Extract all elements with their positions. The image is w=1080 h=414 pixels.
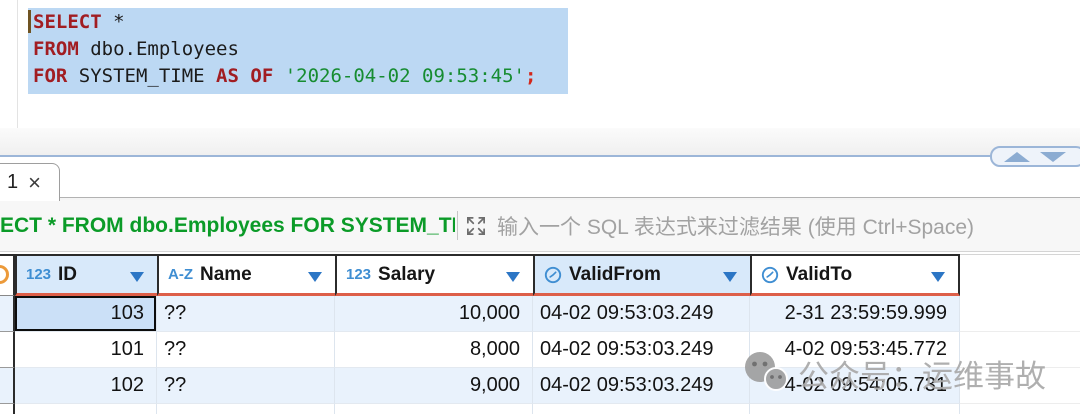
filter-input[interactable]: 输入一个 SQL 表达式来过滤结果 (使用 Ctrl+Space) <box>497 200 974 251</box>
column-header-id[interactable]: 123 ID <box>15 254 157 296</box>
collapse-down-icon[interactable] <box>1040 152 1066 162</box>
cell-valid_to[interactable]: 4-02 09:54:05.731 <box>750 368 960 404</box>
numeric-type-icon: 123 <box>346 266 371 283</box>
cell-empty <box>15 404 157 414</box>
grid-empty-area <box>960 332 1080 368</box>
column-label: Name <box>200 264 252 286</box>
filter-bar: ECT * FROM dbo.Employees FOR SYSTEM_TIM … <box>0 200 1080 252</box>
grid-empty-area <box>960 368 1080 404</box>
row-header[interactable] <box>0 332 15 368</box>
column-label: ValidFrom <box>569 264 661 286</box>
string-type-icon: A-Z <box>168 266 193 283</box>
cell-salary[interactable]: 9,000 <box>335 368 533 404</box>
results-tab-bar <box>0 157 1080 200</box>
panel-collapse-control[interactable] <box>990 146 1080 167</box>
numeric-type-icon: 123 <box>26 266 51 283</box>
cell-empty <box>157 404 335 414</box>
column-header-name[interactable]: A-Z Name <box>157 254 335 296</box>
sql-line: FOR SYSTEM_TIME AS OF '2026-04-02 09:53:… <box>33 63 536 90</box>
row-header <box>0 404 15 414</box>
expand-icon[interactable] <box>463 213 489 239</box>
tab-label: 1 <box>7 171 18 194</box>
column-header-validto[interactable]: ValidTo <box>750 254 960 296</box>
grid-top-line <box>960 254 1080 255</box>
grid-corner-cell[interactable] <box>0 254 15 296</box>
column-label: Salary <box>378 264 435 286</box>
cell-valid_to[interactable]: 4-02 09:53:45.772 <box>750 332 960 368</box>
collapse-up-icon[interactable] <box>1004 152 1030 162</box>
editor-bottom-band <box>0 128 1080 155</box>
key-icon <box>0 265 9 284</box>
cell-name[interactable]: ?? <box>157 296 335 332</box>
filter-query-text: ECT * FROM dbo.Employees FOR SYSTEM_TIM <box>0 200 455 251</box>
row-header[interactable] <box>0 368 15 404</box>
cell-salary[interactable]: 10,000 <box>335 296 533 332</box>
column-dropdown-icon[interactable] <box>506 272 520 282</box>
text-caret <box>28 10 31 33</box>
editor-gutter-divider <box>17 0 18 128</box>
cell-valid_from[interactable]: 04-02 09:53:03.249 <box>533 368 750 404</box>
datetime-type-icon <box>761 266 779 284</box>
cell-valid_to[interactable]: 2-31 23:59:59.999 <box>750 296 960 332</box>
cell-valid_from[interactable]: 04-02 09:53:03.249 <box>533 332 750 368</box>
cell-valid_from[interactable]: 04-02 09:53:03.249 <box>533 296 750 332</box>
results-tab[interactable]: 1 × <box>0 163 60 201</box>
cell-id[interactable]: 103 <box>15 296 157 332</box>
column-dropdown-icon[interactable] <box>931 272 945 282</box>
cell-empty <box>533 404 750 414</box>
column-header-salary[interactable]: 123 Salary <box>335 254 533 296</box>
column-label: ID <box>58 264 77 286</box>
datetime-type-icon <box>544 266 562 284</box>
close-icon[interactable]: × <box>28 172 41 194</box>
cell-salary[interactable]: 8,000 <box>335 332 533 368</box>
row-header[interactable] <box>0 296 15 332</box>
grid-empty-area <box>960 296 1080 332</box>
column-label: ValidTo <box>786 264 852 286</box>
sql-editor[interactable]: SELECT *FROM dbo.EmployeesFOR SYSTEM_TIM… <box>0 0 1080 128</box>
dbeaver-window: SELECT *FROM dbo.EmployeesFOR SYSTEM_TIM… <box>0 0 1080 414</box>
cell-id[interactable]: 101 <box>15 332 157 368</box>
sql-code: SELECT *FROM dbo.EmployeesFOR SYSTEM_TIM… <box>33 9 536 90</box>
column-dropdown-icon[interactable] <box>308 272 322 282</box>
column-dropdown-icon[interactable] <box>723 272 737 282</box>
column-header-validfrom[interactable]: ValidFrom <box>533 254 750 296</box>
cell-name[interactable]: ?? <box>157 368 335 404</box>
sql-line: SELECT * <box>33 9 536 36</box>
cell-empty <box>335 404 533 414</box>
cell-id[interactable]: 102 <box>15 368 157 404</box>
sql-line: FROM dbo.Employees <box>33 36 536 63</box>
filter-divider <box>457 211 458 240</box>
cell-empty <box>750 404 960 414</box>
cell-name[interactable]: ?? <box>157 332 335 368</box>
column-dropdown-icon[interactable] <box>130 272 144 282</box>
